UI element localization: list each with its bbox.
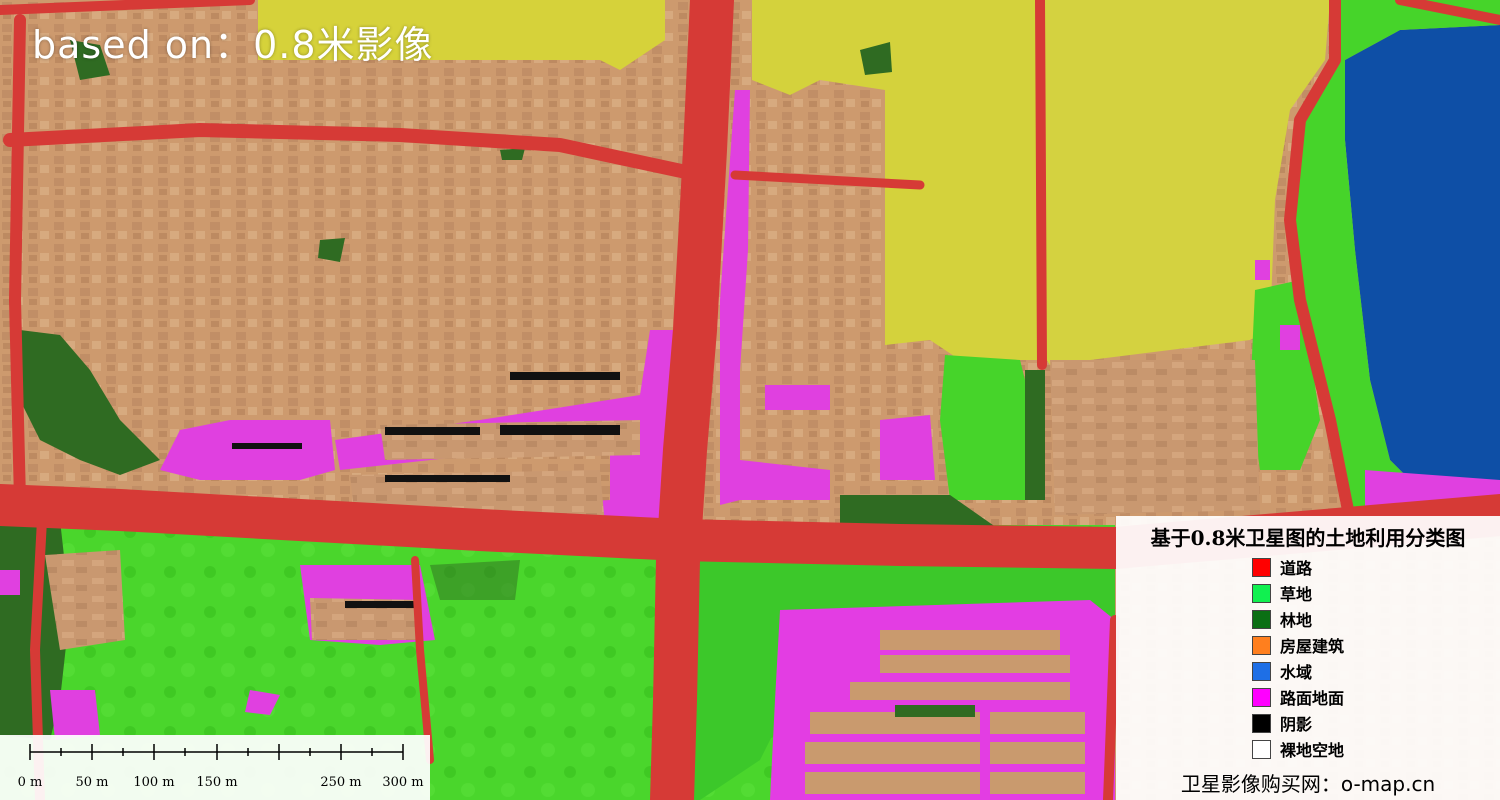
legend-label: 房屋建筑 (1280, 637, 1345, 656)
legend-item: 裸地空地 (1252, 736, 1344, 762)
legend-item: 林地 (1252, 606, 1344, 632)
legend-swatch-grass (1252, 583, 1271, 603)
legend-item: 水域 (1252, 658, 1344, 684)
scale-tick-label: 250 m (320, 775, 362, 790)
scale-tick-label: 100 m (133, 775, 175, 790)
road-vertical-east (1035, 0, 1047, 370)
map-legend: 基于0.8米卫星图的土地利用分类图 道路 草地 林地 房屋建筑 水域 路面地面 … (1116, 516, 1500, 800)
scale-bar: 0 m 50 m 100 m 150 m 250 m 300 m (0, 735, 430, 800)
legend-label: 道路 (1280, 559, 1313, 578)
legend-title: 基于0.8米卫星图的土地利用分类图 (1150, 526, 1466, 550)
legend-item: 草地 (1252, 580, 1344, 606)
legend-item: 房屋建筑 (1252, 632, 1344, 658)
legend-swatch-building (1252, 635, 1271, 655)
legend-swatch-water (1252, 661, 1271, 681)
legend-swatch-bare-land (1252, 739, 1271, 759)
legend-swatch-shadow (1252, 713, 1271, 733)
scale-tick-label: 0 m (17, 775, 43, 790)
legend-item: 道路 (1252, 554, 1344, 580)
legend-items: 道路 草地 林地 房屋建筑 水域 路面地面 阴影 裸地空地 (1252, 554, 1344, 762)
legend-label: 草地 (1280, 585, 1313, 604)
legend-swatch-road (1252, 557, 1271, 577)
legend-label: 裸地空地 (1280, 741, 1345, 760)
legend-item: 路面地面 (1252, 684, 1344, 710)
legend-swatch-pavement (1252, 687, 1271, 707)
legend-label: 水域 (1280, 663, 1313, 682)
legend-item: 阴影 (1252, 710, 1344, 736)
scale-bar-graphic (29, 744, 404, 760)
road-block-east (1103, 615, 1120, 800)
scale-tick-label: 150 m (196, 775, 238, 790)
scale-tick-label: 300 m (382, 775, 424, 790)
legend-swatch-forest (1252, 609, 1271, 629)
legend-footer: 卫星影像购买网：o-map.cn (1180, 772, 1436, 796)
legend-label: 路面地面 (1280, 689, 1345, 708)
legend-label: 林地 (1280, 611, 1313, 630)
road-north-west (9, 14, 26, 506)
grass-area (940, 355, 1035, 500)
scale-tick-label: 50 m (75, 775, 109, 790)
imagery-watermark: based on：0.8米影像 (32, 23, 434, 67)
legend-label: 阴影 (1280, 715, 1313, 734)
